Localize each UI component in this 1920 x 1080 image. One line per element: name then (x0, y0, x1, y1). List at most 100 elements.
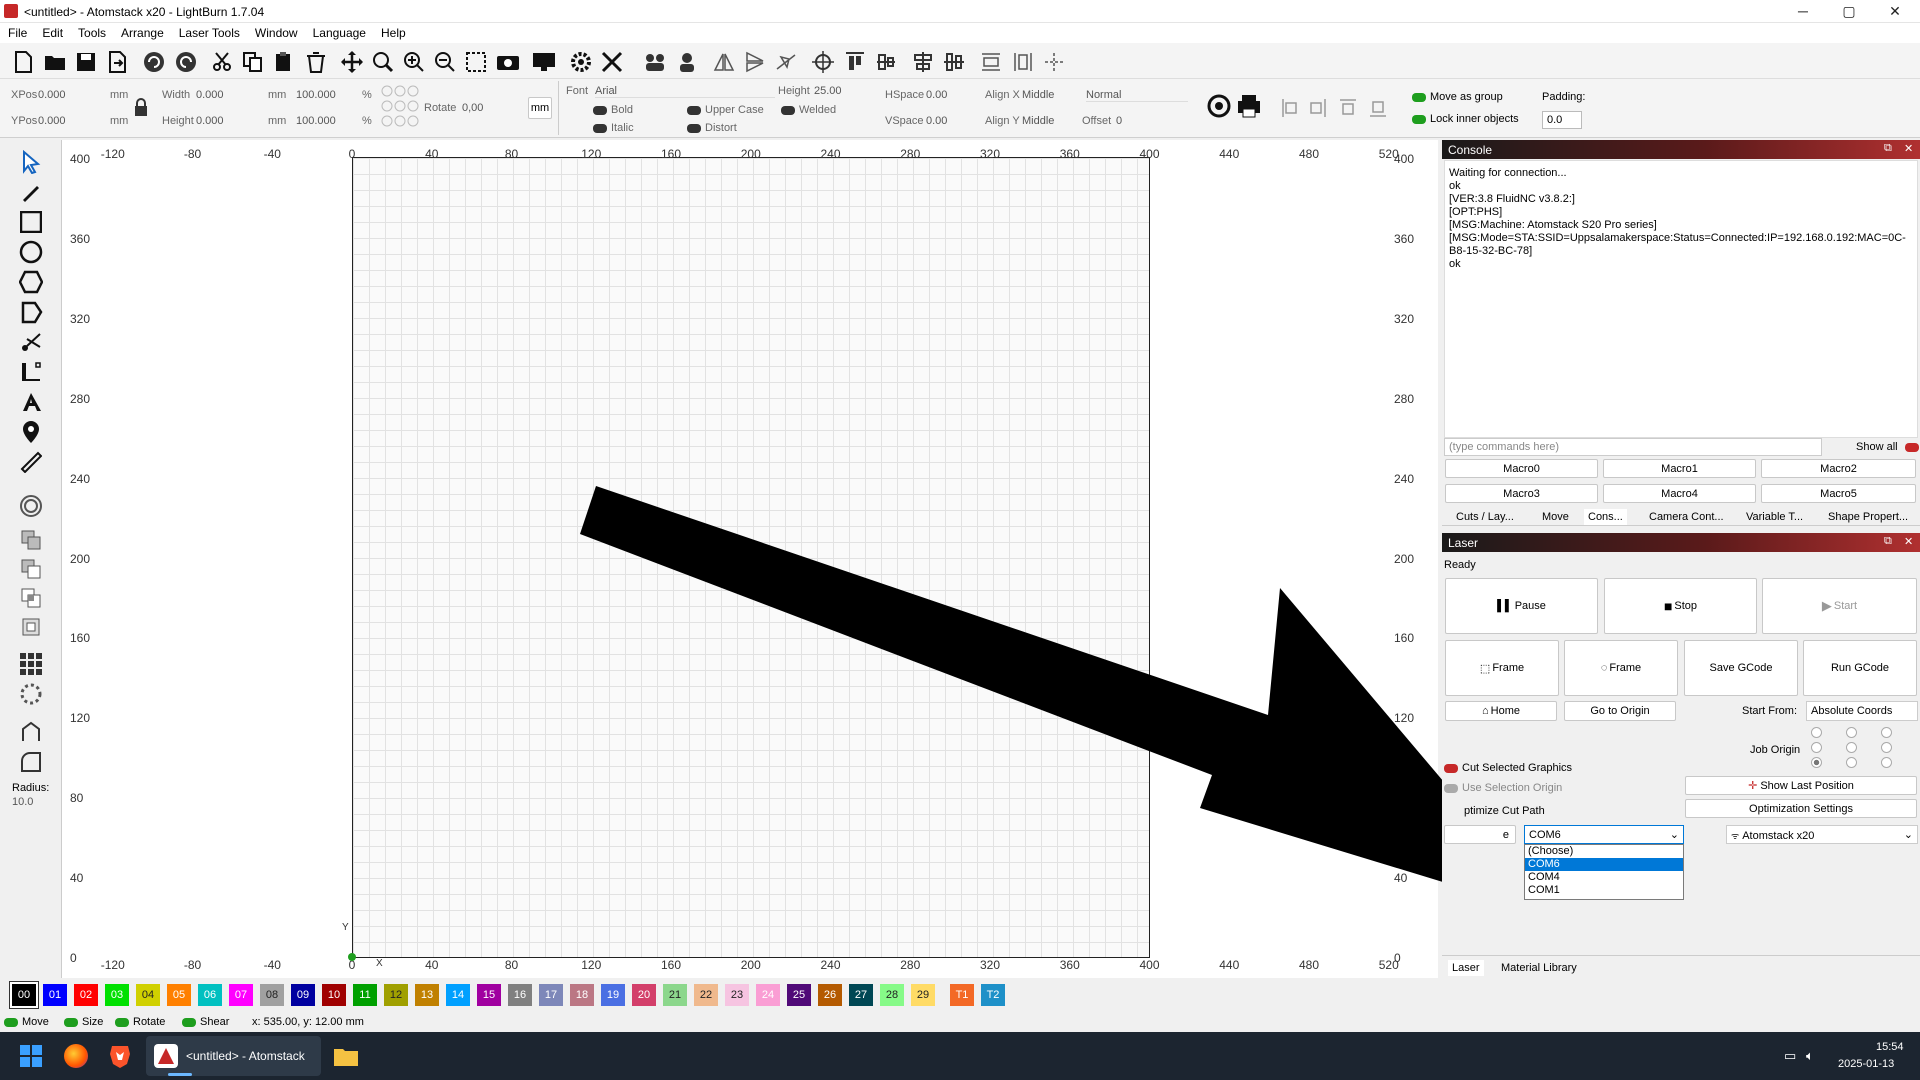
padding-field[interactable]: 0.0 (1542, 111, 1582, 129)
start-from-select[interactable]: Absolute Coords (1806, 701, 1918, 721)
copy-icon[interactable] (240, 49, 266, 75)
upper-case-toggle[interactable]: Upper Case (687, 104, 764, 116)
font-select[interactable]: Arial (595, 85, 775, 98)
height-percent-field[interactable]: 100.000 (296, 115, 336, 127)
layer-swatch-18[interactable]: 18 (570, 984, 594, 1006)
distort-toggle[interactable]: Distort (687, 122, 737, 134)
use-selection-origin-toggle[interactable]: Use Selection Origin (1444, 782, 1562, 794)
rotate-toggle[interactable]: Rotate (115, 1016, 165, 1028)
layer-swatch-08[interactable]: 08 (260, 984, 284, 1006)
layer-swatch-T1[interactable]: T1 (950, 984, 974, 1006)
layer-swatch-04[interactable]: 04 (136, 984, 160, 1006)
macro3-button[interactable]: Macro3 (1445, 484, 1598, 503)
network-icon[interactable]: ▭ (1784, 1048, 1796, 1064)
size-toggle[interactable]: Size (64, 1016, 103, 1028)
port-option-selected[interactable]: COM6 (1525, 858, 1683, 871)
group-icon[interactable] (642, 49, 668, 75)
zoom-fit-icon[interactable] (370, 49, 396, 75)
layer-swatch-27[interactable]: 27 (849, 984, 873, 1006)
ellipse-tool-icon[interactable] (17, 238, 45, 266)
macro0-button[interactable]: Macro0 (1445, 459, 1598, 478)
close-button[interactable]: ✕ (1872, 0, 1918, 22)
devices-button[interactable]: e (1444, 825, 1516, 844)
stop-button[interactable]: ■ Stop (1604, 578, 1757, 634)
layer-swatch-25[interactable]: 25 (787, 984, 811, 1006)
layer-swatch-21[interactable]: 21 (663, 984, 687, 1006)
taskbar-lightburn-button[interactable]: <untitled> - Atomstack (146, 1036, 321, 1076)
lock-aspect-icon[interactable] (134, 97, 148, 116)
xpos-field[interactable]: 0.000 (38, 89, 66, 101)
job-origin-radio-selected[interactable] (1811, 757, 1822, 768)
units-toggle-button[interactable]: mm (528, 97, 552, 119)
tab-move[interactable]: Move (1538, 509, 1573, 525)
trim-scissors-icon[interactable] (17, 328, 45, 356)
position-pin-icon[interactable] (17, 418, 45, 446)
layer-swatch-28[interactable]: 28 (880, 984, 904, 1006)
import-icon[interactable] (104, 49, 130, 75)
hspace-field[interactable]: 0.00 (926, 89, 947, 101)
menu-tools[interactable]: Tools (70, 23, 113, 40)
tab-variable-text[interactable]: Variable T... (1742, 509, 1807, 525)
menu-arrange[interactable]: Arrange (113, 23, 171, 40)
cut-mode-icon[interactable] (1206, 93, 1232, 122)
work-area-grid[interactable] (352, 157, 1150, 958)
menu-language[interactable]: Language (305, 23, 373, 40)
rotate-field[interactable]: 0,00 (462, 102, 483, 114)
macro4-button[interactable]: Macro4 (1603, 484, 1756, 503)
printer-icon[interactable] (1236, 93, 1262, 122)
job-origin-radio[interactable] (1881, 757, 1892, 768)
macro5-button[interactable]: Macro5 (1761, 484, 1916, 503)
alignx-select[interactable]: Middle (1022, 89, 1054, 101)
distribute-v-icon[interactable] (941, 49, 967, 75)
layer-swatch-10[interactable]: 10 (322, 984, 346, 1006)
arrange-row-icon[interactable] (978, 49, 1004, 75)
vspace-field[interactable]: 0.00 (926, 115, 947, 127)
lock-inner-objects-toggle[interactable]: Lock inner objects (1412, 113, 1519, 125)
close-panel-icon[interactable]: ✕ (1904, 142, 1913, 155)
layer-swatch-07[interactable]: 07 (229, 984, 253, 1006)
flip-vertical-icon[interactable] (742, 49, 768, 75)
corner-radius-icon[interactable] (17, 748, 45, 776)
layer-swatch-13[interactable]: 13 (415, 984, 439, 1006)
job-origin-radio[interactable] (1846, 727, 1857, 738)
show-all-toggle[interactable] (1905, 443, 1919, 452)
paste-icon[interactable] (271, 49, 297, 75)
layer-swatch-02[interactable]: 02 (74, 984, 98, 1006)
layer-swatch-23[interactable]: 23 (725, 984, 749, 1006)
layer-swatch-09[interactable]: 09 (291, 984, 315, 1006)
anchor-point-icon[interactable] (380, 83, 420, 129)
rectangle-tool-icon[interactable] (17, 208, 45, 236)
tab-cuts-layers[interactable]: Cuts / Lay... (1452, 509, 1518, 525)
layer-swatch-16[interactable]: 16 (508, 984, 532, 1006)
pentagon-tool-icon[interactable] (17, 298, 45, 326)
home-button[interactable]: ⌂ Home (1445, 701, 1557, 721)
cut-icon[interactable] (209, 49, 235, 75)
align-top-icon[interactable] (842, 49, 868, 75)
offset-field[interactable]: 0 (1116, 115, 1122, 127)
layer-swatch-26[interactable]: 26 (818, 984, 842, 1006)
text-tool-icon[interactable] (17, 388, 45, 416)
frame-circle-button[interactable]: ◌ Frame (1564, 640, 1678, 696)
boolean-difference-icon[interactable] (17, 555, 45, 583)
frame-rect-button[interactable]: ⬚ Frame (1445, 640, 1559, 696)
show-last-position-button[interactable]: ✛ Show Last Position (1685, 776, 1917, 795)
minimize-button[interactable]: ─ (1780, 0, 1826, 22)
zoom-in-icon[interactable] (401, 49, 427, 75)
boolean-union-icon[interactable] (17, 526, 45, 554)
settings-gear-icon[interactable] (568, 49, 594, 75)
undo-icon[interactable] (141, 49, 167, 75)
boolean-intersection-icon[interactable] (17, 584, 45, 612)
layer-swatch-T2[interactable]: T2 (981, 984, 1005, 1006)
layer-swatch-00[interactable]: 00 (10, 982, 38, 1008)
text-mode-select[interactable]: Normal (1086, 89, 1188, 102)
close-panel-icon[interactable]: ✕ (1904, 535, 1913, 548)
file-explorer-icon[interactable] (333, 1045, 359, 1067)
port-option[interactable]: COM1 (1525, 884, 1683, 897)
layer-swatch-19[interactable]: 19 (601, 984, 625, 1006)
circular-array-icon[interactable] (17, 680, 45, 708)
layer-swatch-01[interactable]: 01 (43, 984, 67, 1006)
grid-array-icon[interactable] (17, 650, 45, 678)
tab-shape-properties[interactable]: Shape Propert... (1824, 509, 1912, 525)
layer-swatch-14[interactable]: 14 (446, 984, 470, 1006)
distribute-h-icon[interactable] (910, 49, 936, 75)
